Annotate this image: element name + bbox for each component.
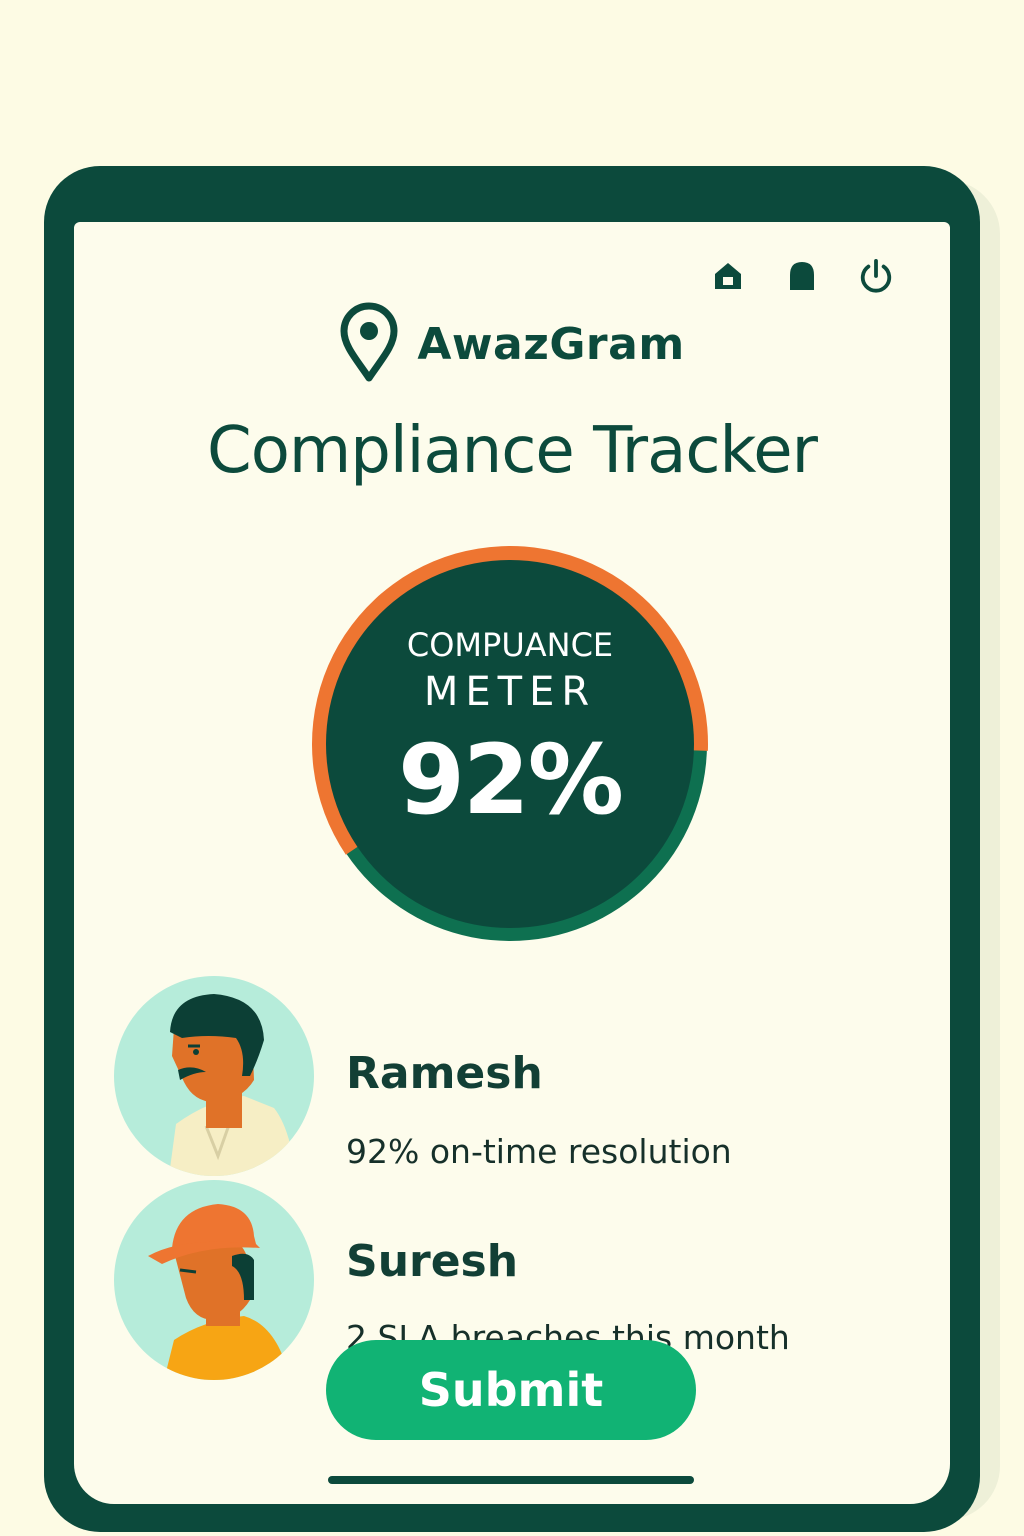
bell-icon[interactable] [784, 258, 820, 294]
person-detail-ramesh: 92% on-time resolution [346, 1132, 732, 1171]
power-icon[interactable] [858, 258, 894, 294]
meter-label-line2: METER [423, 669, 597, 715]
device-frame: AwazGram Compliance Tracker COMPUANCE ME… [44, 166, 980, 1532]
home-icon[interactable] [710, 258, 746, 294]
person-name-ramesh: Ramesh [346, 1048, 543, 1099]
avatar-suresh [114, 1180, 314, 1380]
person-name-suresh: Suresh [346, 1236, 519, 1287]
compliance-meter: COMPUANCE METER 92% [300, 534, 720, 954]
brand-name: AwazGram [417, 318, 685, 370]
home-indicator [328, 1476, 694, 1484]
app-screen: AwazGram Compliance Tracker COMPUANCE ME… [74, 222, 950, 1504]
submit-button[interactable]: Submit [326, 1340, 696, 1440]
brand-header: AwazGram [74, 302, 950, 386]
meter-value: 92% [398, 724, 624, 836]
location-pin-icon [339, 302, 399, 386]
meter-label-line1: COMPUANCE [406, 626, 614, 664]
top-icon-bar [710, 258, 894, 294]
page-title: Compliance Tracker [207, 414, 818, 488]
avatar-ramesh [114, 976, 314, 1176]
